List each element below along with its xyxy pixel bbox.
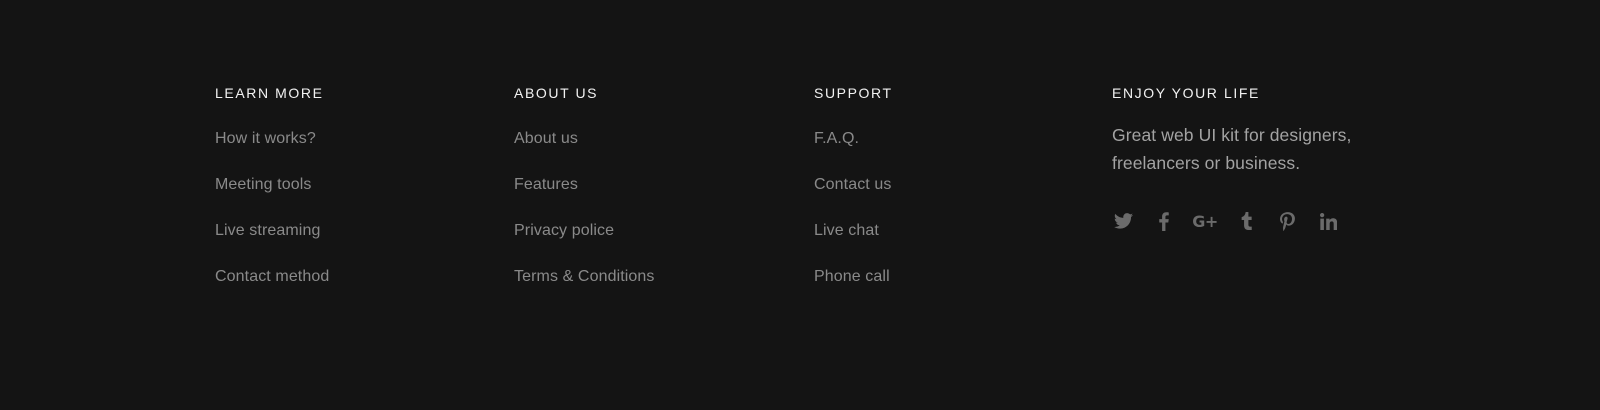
list-item: Contact method [215,267,329,313]
learn-more-heading: LEARN MORE [215,85,324,101]
link-features[interactable]: Features [514,176,578,193]
link-meeting-tools[interactable]: Meeting tools [215,176,311,193]
list-item: About us [514,129,655,175]
google-plus-glyph: G+ [1192,211,1218,231]
about-us-column: ABOUT US About us Features Privacy polic… [514,84,655,313]
list-item: Contact us [814,175,893,221]
about-us-heading: ABOUT US [514,85,599,101]
pinterest-icon[interactable] [1276,210,1298,232]
google-plus-icon[interactable]: G+ [1192,210,1218,232]
linkedin-icon[interactable] [1317,210,1339,232]
learn-more-links: How it works? Meeting tools Live streami… [215,129,329,313]
tagline: Great web UI kit for designers, freelanc… [1112,121,1412,177]
link-how-it-works[interactable]: How it works? [215,130,316,147]
learn-more-column: LEARN MORE How it works? Meeting tools L… [215,84,329,313]
link-phone-call[interactable]: Phone call [814,268,890,285]
list-item: F.A.Q. [814,129,893,175]
link-contact-method[interactable]: Contact method [215,268,329,285]
twitter-icon[interactable] [1112,210,1134,232]
list-item: Meeting tools [215,175,329,221]
support-links: F.A.Q. Contact us Live chat Phone call [814,129,893,313]
list-item: Live chat [814,221,893,267]
link-about-us[interactable]: About us [514,130,578,147]
social-links: G+ [1112,210,1412,232]
list-item: Live streaming [215,221,329,267]
list-item: Features [514,175,655,221]
tagline-line-1: Great web UI kit for designers, [1112,125,1352,145]
tumblr-icon[interactable] [1235,210,1257,232]
support-column: SUPPORT F.A.Q. Contact us Live chat Phon… [814,84,893,313]
list-item: Privacy police [514,221,655,267]
link-live-chat[interactable]: Live chat [814,222,879,239]
link-contact-us[interactable]: Contact us [814,176,891,193]
tagline-line-2: freelancers or business. [1112,153,1301,173]
enjoy-your-life-column: ENJOY YOUR LIFE Great web UI kit for des… [1112,84,1412,232]
list-item: How it works? [215,129,329,175]
link-faq[interactable]: F.A.Q. [814,130,859,147]
list-item: Terms & Conditions [514,267,655,313]
enjoy-heading: ENJOY YOUR LIFE [1112,85,1260,101]
about-us-links: About us Features Privacy police Terms &… [514,129,655,313]
link-privacy-police[interactable]: Privacy police [514,222,614,239]
list-item: Phone call [814,267,893,313]
facebook-icon[interactable] [1153,210,1175,232]
site-footer: LEARN MORE How it works? Meeting tools L… [0,0,1600,410]
link-terms-conditions[interactable]: Terms & Conditions [514,268,655,285]
support-heading: SUPPORT [814,85,893,101]
link-live-streaming[interactable]: Live streaming [215,222,320,239]
